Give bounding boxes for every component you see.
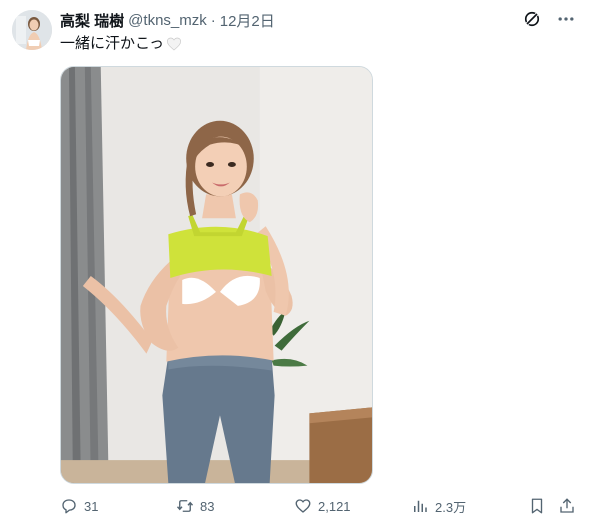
views-chart-icon [414,500,427,512]
author-handle[interactable]: @tkns_mzk [128,12,207,29]
bookmark-button[interactable] [528,494,546,518]
like-count: 2,121 [318,498,351,514]
tweet-header: 高梨 瑞樹 @tkns_mzk · 12月2日 [60,10,275,30]
tweet-text-content: 一緒に汗かこっ [60,35,164,52]
grok-icon [524,11,540,27]
separator-dot: · [210,11,216,29]
tweet-timestamp[interactable]: 12月2日 [220,10,275,31]
views-button[interactable]: 2.3万 [411,494,466,518]
share-button[interactable] [558,494,576,518]
photo-image [61,67,372,483]
white-heart-icon [166,37,181,51]
like-button[interactable]: 2,121 [294,494,351,518]
more-options-button[interactable] [555,8,577,30]
author-avatar[interactable] [12,10,52,50]
repost-count: 83 [200,498,215,514]
reply-button[interactable]: 31 [60,494,98,518]
tweet-card[interactable]: 高梨 瑞樹 @tkns_mzk · 12月2日 一緒に汗かこっ 31 83 2,… [0,0,589,526]
reply-icon [62,499,76,514]
grok-button[interactable] [521,8,543,30]
tweet-media-photo[interactable] [60,66,373,484]
views-count: 2.3万 [435,499,467,515]
share-icon [560,498,574,513]
header-actions [521,8,577,30]
repost-button[interactable]: 83 [176,494,214,518]
like-heart-icon [295,499,311,513]
author-display-name[interactable]: 高梨 瑞樹 [60,10,124,31]
reply-count: 31 [84,498,99,514]
engagement-bar: 31 83 2,121 2.3万 [60,494,580,518]
tweet-text: 一緒に汗かこっ [60,34,182,54]
bookmark-icon [531,498,543,514]
repost-icon [176,500,194,512]
more-options-icon [558,17,574,21]
avatar-photo-icon [12,10,52,50]
